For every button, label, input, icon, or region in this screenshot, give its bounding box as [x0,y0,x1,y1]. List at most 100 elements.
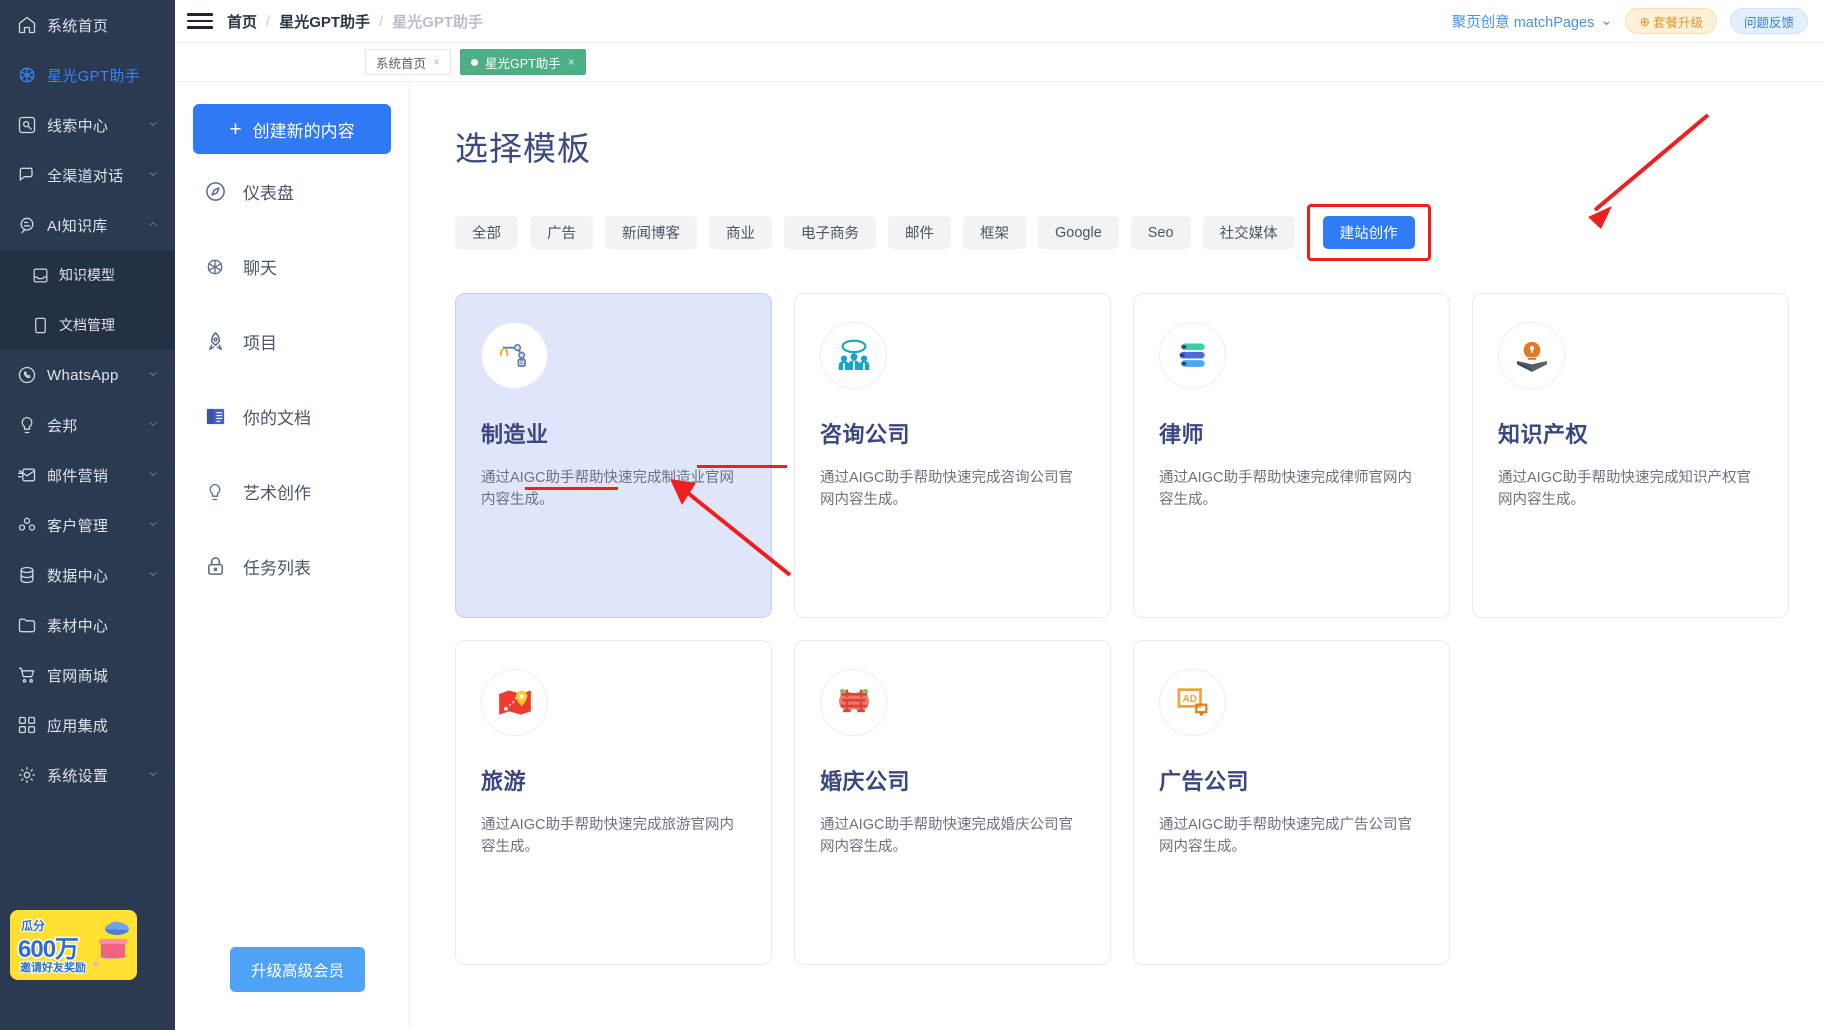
sidebar-item-13[interactable]: 客户管理 [0,500,175,550]
secondary-nav-panel: + 创建新的内容 仪表盘 聊天 项目 你的文档 艺术创作 任务列表 升级高级会员 [175,82,410,1030]
create-new-content-button[interactable]: + 创建新的内容 [193,104,391,154]
sidebar-item-17[interactable]: 应用集成 [0,700,175,750]
consulting-people-icon [820,322,887,389]
upgrade-membership-button[interactable]: 升级高级会员 [230,947,365,992]
feedback-button[interactable]: 问题反馈 [1729,8,1808,34]
filter-pill-2[interactable]: 新闻博客 [605,216,697,249]
breadcrumb-item-1[interactable]: 星光GPT助手 [279,11,370,32]
sidebar-subitem-1[interactable]: 文档管理 [0,300,175,350]
close-icon[interactable]: × [568,55,575,69]
upgrade-plan-button[interactable]: ⊕ 套餐升级 [1625,8,1717,34]
sidebar-item-10[interactable]: WhatsApp [0,350,175,400]
panel-item-4[interactable]: 艺术创作 [175,454,409,529]
sidebar-item-1[interactable]: 星光GPT助手 [0,50,175,100]
panel-item-2[interactable]: 项目 [175,304,409,379]
upgrade-plan-icon: ⊕ [1639,14,1650,29]
filter-label: Google [1055,224,1102,241]
template-chooser: 选择模板 全部 广告 新闻博客 商业 电子商务 邮件 框架 Google Seo 社交媒体 建站创作… [410,82,1824,1030]
chevron-down-icon [147,467,159,484]
filter-label: 电子商务 [801,226,859,242]
chevron-up-icon [147,217,159,234]
sidebar-item-4[interactable]: AI知识库 [0,200,175,250]
chevron-down-icon [147,367,159,384]
filter-pill-10[interactable]: 建站创作 [1322,216,1415,249]
home-icon [16,15,38,35]
sidebar-item-2[interactable]: 线索中心 [0,100,175,150]
sidebar-item-15[interactable]: 素材中心 [0,600,175,650]
robot-arm-icon [481,322,548,389]
panel-item-label: 聊天 [243,259,277,278]
ai-brain-icon [16,215,38,235]
close-icon[interactable]: × [433,55,440,69]
promo-banner[interactable]: 瓜分 600万 邀请好友奖励 [10,910,137,980]
bulb-icon [203,482,227,502]
panel-item-5[interactable]: 任务列表 [175,529,409,604]
whatsapp-icon [16,365,38,385]
tab-0[interactable]: 系统首页 × [365,49,452,75]
panel-item-label: 仪表盘 [243,184,294,203]
filter-pill-0[interactable]: 全部 [455,216,518,249]
main-column: 首页 / 星光GPT助手 / 星光GPT助手 聚页创意 matchPages ⌄ ⊕ 套… [175,0,1824,1030]
database-icon [16,565,38,585]
sidebar-subitem-label: 文档管理 [59,317,115,333]
template-card-4[interactable]: 旅游 通过AIGC助手帮助快速完成旅游官网内容生成。 [455,640,772,965]
svg-text:AD: AD [1182,694,1196,705]
sidebar-item-18[interactable]: 系统设置 [0,750,175,800]
chevron-down-icon [147,517,159,534]
sidebar-item-16[interactable]: 官网商城 [0,650,175,700]
template-card-desc: 通过AIGC助手帮助快速完成制造业官网内容生成。 [481,470,734,509]
sidebar-subitem-label: 知识模型 [59,267,115,283]
filter-label: Seo [1147,224,1174,241]
filter-label: 全部 [472,226,501,242]
template-card-title: 旅游 [481,769,527,794]
menu-toggle-icon[interactable] [187,11,213,31]
template-card-desc: 通过AIGC助手帮助快速完成婚庆公司官网内容生成。 [820,817,1073,856]
sidebar-item-0[interactable]: 系统首页 [0,0,175,50]
breadcrumb-separator: / [266,12,271,30]
template-card-0[interactable]: 制造业 通过AIGC助手帮助快速完成制造业官网内容生成。 [455,293,772,618]
panel-item-0[interactable]: 仪表盘 [175,154,409,229]
users-icon [16,515,38,535]
sidebar-item-12[interactable]: 邮件营销 [0,450,175,500]
tab-active-dot-icon [471,58,479,66]
template-card-6[interactable]: AD 广告公司 通过AIGC助手帮助快速完成广告公司官网内容生成。 [1133,640,1450,965]
sidebar-item-11[interactable]: 会邦 [0,400,175,450]
sidebar-item-14[interactable]: 数据中心 [0,550,175,600]
chevron-down-icon [147,417,159,434]
filter-label: 社交媒体 [1219,226,1278,242]
topbar-right: 聚页创意 matchPages ⌄ ⊕ 套餐升级 问题反馈 [1452,8,1808,34]
filter-label: 广告 [547,226,576,242]
breadcrumb-item-0[interactable]: 首页 [227,11,257,32]
sidebar-item-label: 会邦 [47,417,78,435]
filter-label: 商业 [726,226,755,242]
template-card-desc: 通过AIGC助手帮助快速完成咨询公司官网内容生成。 [820,470,1073,509]
sidebar-item-label: 星光GPT助手 [47,67,140,85]
template-card-5[interactable]: 婚庆公司 通过AIGC助手帮助快速完成婚庆公司官网内容生成。 [794,640,1111,965]
sidebar-subitem-0[interactable]: 知识模型 [0,250,175,300]
template-card-3[interactable]: 知识产权 通过AIGC助手帮助快速完成知识产权官网内容生成。 [1472,293,1789,618]
bulb-icon [16,415,38,435]
panel-item-3[interactable]: 你的文档 [175,379,409,454]
app-root: 系统首页 星光GPT助手 线索中心 全渠道对话 AI知识库 知识模型 文档管理 … [0,0,1824,1030]
panel-item-1[interactable]: 聊天 [175,229,409,304]
filter-pill-8[interactable]: Seo [1130,216,1191,249]
tab-1[interactable]: 星光GPT助手 × [460,49,586,75]
filter-pill-9[interactable]: 社交媒体 [1202,216,1295,249]
filter-pill-4[interactable]: 电子商务 [784,216,876,249]
template-card-1[interactable]: 咨询公司 通过AIGC助手帮助快速完成咨询公司官网内容生成。 [794,293,1111,618]
sidebar-item-label: 邮件营销 [47,467,109,485]
filter-label: 邮件 [905,226,934,242]
account-menu[interactable]: 聚页创意 matchPages ⌄ [1452,11,1613,32]
sidebar-item-label: 数据中心 [47,567,109,585]
filter-pill-7[interactable]: Google [1038,216,1119,249]
filter-pill-1[interactable]: 广告 [530,216,593,249]
template-card-2[interactable]: 律师 通过AIGC助手帮助快速完成律师官网内容生成。 [1133,293,1450,618]
breadcrumb-item-2[interactable]: 星光GPT助手 [392,11,483,32]
filter-pill-3[interactable]: 商业 [709,216,772,249]
filter-label: 新闻博客 [622,226,680,242]
filter-pill-6[interactable]: 框架 [963,216,1026,249]
sidebar-item-3[interactable]: 全渠道对话 [0,150,175,200]
sidebar-item-label: 素材中心 [47,617,109,635]
ad-board-icon: AD [1159,669,1226,736]
filter-pill-5[interactable]: 邮件 [888,216,951,249]
